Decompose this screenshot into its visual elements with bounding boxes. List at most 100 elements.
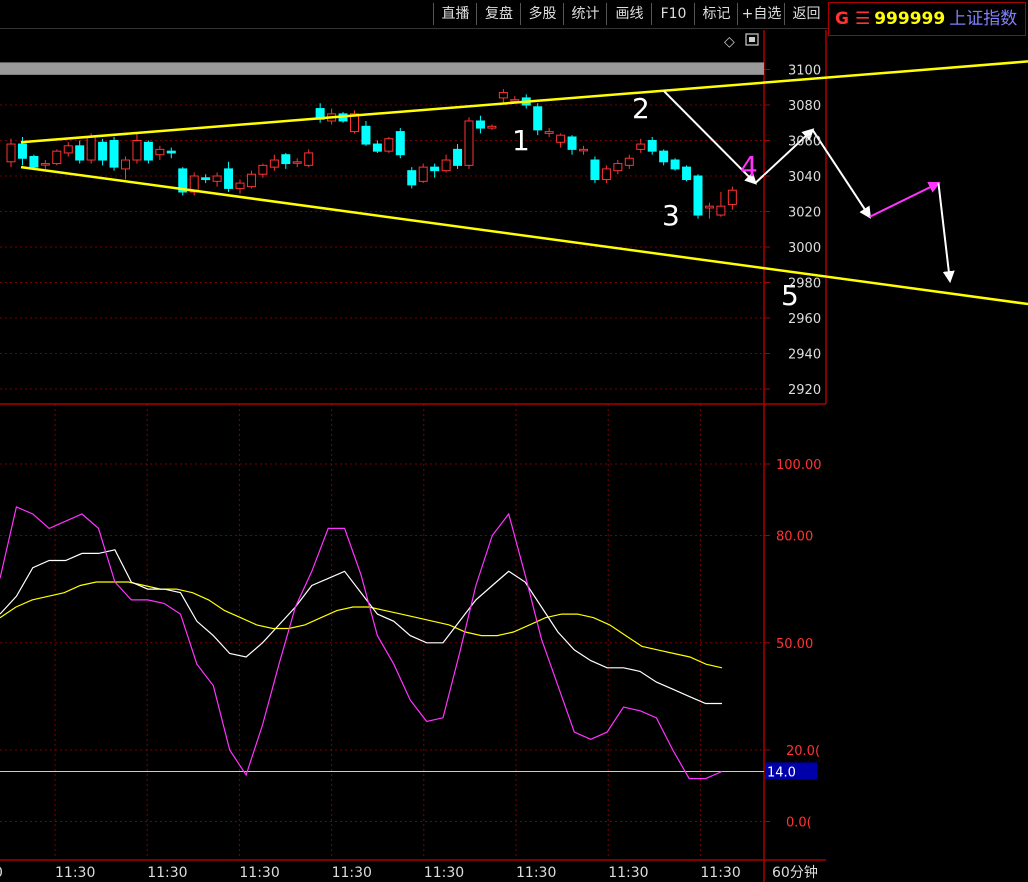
price-tick-label: 3100 (788, 64, 821, 79)
candle-body (647, 140, 657, 152)
candle (510, 96, 520, 102)
candle (304, 149, 314, 168)
candle (647, 136, 657, 155)
candle (453, 144, 463, 169)
candle (384, 136, 394, 153)
candle-body (590, 159, 600, 181)
candle-body (441, 159, 451, 172)
candle-body (52, 150, 62, 165)
candle (63, 142, 73, 157)
current-value-label: 14.0 (767, 765, 796, 780)
candle (121, 156, 130, 180)
wave-arrow (937, 182, 955, 284)
candle-body (143, 141, 153, 161)
candle-body (601, 168, 611, 181)
candle-body (212, 175, 222, 182)
candle (109, 136, 119, 171)
time-tick-label: 11:30 (55, 865, 95, 881)
candle (269, 154, 279, 171)
candle (441, 154, 451, 173)
kdj-tick-label: 50.00 (776, 637, 813, 652)
price-tick-label: 3000 (788, 241, 821, 256)
kdj-tick-label: 20.0( (786, 744, 820, 759)
wave-arrow (869, 181, 941, 218)
candle-body (659, 150, 669, 163)
candle (533, 103, 543, 136)
chart-area: ◇ 12345 31003080306030403020300029802960… (0, 30, 1028, 882)
window-icons: ◇ (724, 33, 759, 50)
candle (475, 115, 485, 134)
candle (407, 167, 417, 189)
candle-body (17, 143, 27, 159)
kdj-tick-label: 0.0( (786, 816, 812, 831)
candle (166, 147, 176, 159)
candle (590, 156, 600, 184)
candle-body (63, 145, 73, 154)
kdj-tick-label: 80.00 (776, 530, 813, 545)
candle-body (682, 166, 692, 181)
candle (544, 128, 554, 137)
candle-body (224, 168, 234, 189)
price-tick-label: 3020 (788, 206, 821, 221)
time-tick-label: 11:30 (424, 865, 464, 881)
candle (143, 140, 153, 164)
time-tick-label: 0 (0, 865, 3, 881)
candle (727, 186, 737, 210)
time-tick-label: 11:30 (700, 865, 740, 881)
grid-lines (0, 30, 827, 882)
candle-body (269, 159, 279, 168)
candle-body (579, 148, 588, 152)
candle-body (510, 99, 520, 102)
candle (6, 138, 16, 168)
candle-body (670, 159, 680, 170)
candle (418, 163, 428, 184)
candle (556, 133, 566, 148)
candle (567, 135, 577, 155)
candle (98, 138, 108, 166)
candle-body (567, 136, 577, 150)
wave-label-4: 4 (740, 150, 758, 183)
candle-body (475, 120, 485, 129)
time-tick-label: 11:30 (239, 865, 279, 881)
candle (361, 120, 371, 146)
time-tick-label: 11:30 (147, 865, 187, 881)
candle (350, 110, 359, 134)
timeframe-label[interactable]: 60分钟 (772, 864, 818, 881)
candle-body (281, 154, 291, 165)
candle-body (86, 136, 96, 161)
candle (75, 140, 85, 164)
candle (224, 161, 234, 192)
candle (235, 179, 245, 194)
candle-body (613, 163, 623, 172)
candle (613, 160, 623, 175)
candle (40, 160, 50, 169)
candle (704, 202, 714, 219)
candle-body (201, 177, 211, 181)
candle (52, 149, 62, 166)
candle (716, 191, 726, 217)
price-tick-label: 2920 (788, 383, 821, 398)
restore-icon-inner (749, 37, 755, 42)
diamond-icon[interactable]: ◇ (724, 34, 735, 50)
candle-body (624, 157, 634, 166)
candle-body (430, 166, 440, 172)
candle (624, 154, 634, 169)
wave-label-3: 3 (662, 199, 680, 232)
candle-body (75, 145, 85, 161)
candle (246, 170, 256, 189)
candle-body (464, 120, 474, 166)
candle-body (453, 148, 463, 166)
price-tick-label: 3060 (788, 135, 821, 150)
lower-trendline (20, 165, 1028, 306)
wave-label-1: 1 (512, 124, 530, 157)
candle-body (361, 125, 371, 145)
candle (579, 145, 588, 155)
price-tick-label: 2960 (788, 312, 821, 327)
candle (636, 138, 646, 153)
candle (29, 154, 39, 169)
candle (178, 167, 188, 196)
kdj-indicator (0, 506, 764, 780)
candle-body (636, 143, 646, 150)
time-tick-label: 11:30 (608, 865, 648, 881)
candle (682, 165, 692, 182)
